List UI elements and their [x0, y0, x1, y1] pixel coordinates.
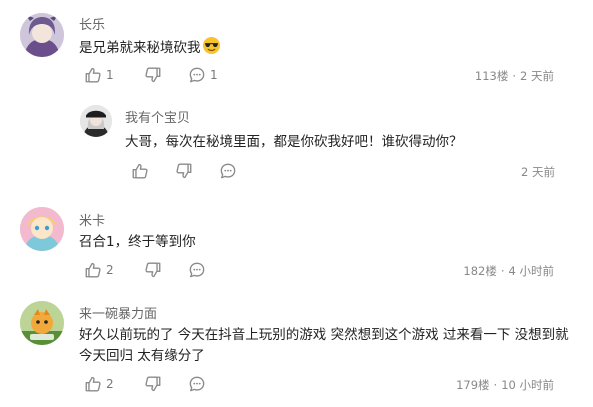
- sunglasses-emoji-icon: [202, 36, 221, 62]
- dislike-button[interactable]: [144, 66, 162, 84]
- like-icon: [84, 66, 102, 84]
- reply-icon: [219, 162, 237, 180]
- comment-time: 2 天前: [520, 69, 554, 83]
- reply-item: 我有个宝贝 大哥，每次在秘境里面，都是你砍我好吧！谁砍得动你？ 2 天前: [0, 95, 593, 195]
- comment-item: 长乐 是兄弟就来秘境砍我 1 1 113楼 · 2 天前: [0, 0, 593, 95]
- floor-number: 113楼: [474, 69, 509, 83]
- avatar-image: [20, 207, 64, 251]
- comment-text: 是兄弟就来秘境砍我: [79, 36, 569, 62]
- meta-separator: ·: [493, 378, 498, 392]
- comment-item: 米卡 召合1，终于等到你 2 182楼 · 4 小时前: [0, 195, 593, 287]
- comment-meta: 113楼 · 2 天前: [475, 68, 554, 84]
- dislike-icon: [144, 66, 162, 84]
- comment-actions: 2 179楼 · 10 小时前: [84, 375, 554, 395]
- reply-count: 1: [210, 68, 218, 82]
- reply-icon: [188, 66, 206, 84]
- comment-actions: 2 182楼 · 4 小时前: [84, 261, 554, 281]
- avatar-image: [20, 13, 64, 57]
- comment-time: 10 小时前: [501, 378, 554, 392]
- like-count: 2: [106, 263, 114, 277]
- like-icon: [84, 375, 102, 393]
- comment-actions: 1 1 113楼 · 2 天前: [84, 66, 554, 86]
- comment-text: 召合1，终于等到你: [79, 234, 196, 250]
- comment-actions: 2 天前: [131, 162, 555, 182]
- like-button[interactable]: 1: [84, 66, 114, 84]
- avatar[interactable]: [80, 105, 112, 137]
- avatar[interactable]: [20, 207, 64, 251]
- like-button[interactable]: 2: [84, 261, 114, 279]
- comment-time: 4 小时前: [508, 264, 554, 278]
- floor-number: 179楼: [456, 378, 490, 392]
- username[interactable]: 米卡: [79, 210, 105, 229]
- reply-icon: [188, 375, 206, 393]
- like-button[interactable]: 2: [84, 375, 114, 393]
- avatar[interactable]: [20, 301, 64, 345]
- like-count: 1: [106, 68, 114, 82]
- dislike-button[interactable]: [144, 261, 162, 279]
- username[interactable]: 长乐: [79, 14, 105, 33]
- comment-text: 大哥，每次在秘境里面，都是你砍我好吧！谁砍得动你？: [125, 134, 463, 150]
- comment-meta: 179楼 · 10 小时前: [456, 377, 554, 393]
- reply-button[interactable]: [188, 261, 206, 279]
- comment-time: 2 天前: [521, 165, 555, 179]
- avatar-image: [20, 301, 64, 345]
- dislike-icon: [144, 375, 162, 393]
- avatar-image: [80, 105, 112, 137]
- comment-item: 来一碗暴力面 好久以前玩的了 今天在抖音上玩别的游戏 突然想到这个游戏 过来看一…: [0, 287, 593, 407]
- like-count: 2: [106, 377, 114, 391]
- username[interactable]: 来一碗暴力面: [79, 303, 157, 322]
- comment-meta: 182楼 · 4 小时前: [463, 263, 554, 279]
- reply-icon: [188, 261, 206, 279]
- reply-button[interactable]: 1: [188, 66, 218, 84]
- dislike-button[interactable]: [144, 375, 162, 393]
- reply-button[interactable]: [188, 375, 206, 393]
- dislike-icon: [175, 162, 193, 180]
- like-icon: [131, 162, 149, 180]
- avatar[interactable]: [20, 13, 64, 57]
- comment-meta: 2 天前: [521, 164, 555, 180]
- meta-separator: ·: [500, 264, 505, 278]
- meta-separator: ·: [512, 69, 517, 83]
- comment-text: 好久以前玩的了 今天在抖音上玩别的游戏 突然想到这个游戏 过来看一下 没想到就今…: [79, 327, 569, 364]
- comment-text-content: 是兄弟就来秘境砍我: [79, 40, 201, 56]
- like-icon: [84, 261, 102, 279]
- like-button[interactable]: [131, 162, 149, 180]
- reply-button[interactable]: [219, 162, 237, 180]
- dislike-icon: [144, 261, 162, 279]
- username[interactable]: 我有个宝贝: [125, 107, 190, 126]
- dislike-button[interactable]: [175, 162, 193, 180]
- floor-number: 182楼: [463, 264, 497, 278]
